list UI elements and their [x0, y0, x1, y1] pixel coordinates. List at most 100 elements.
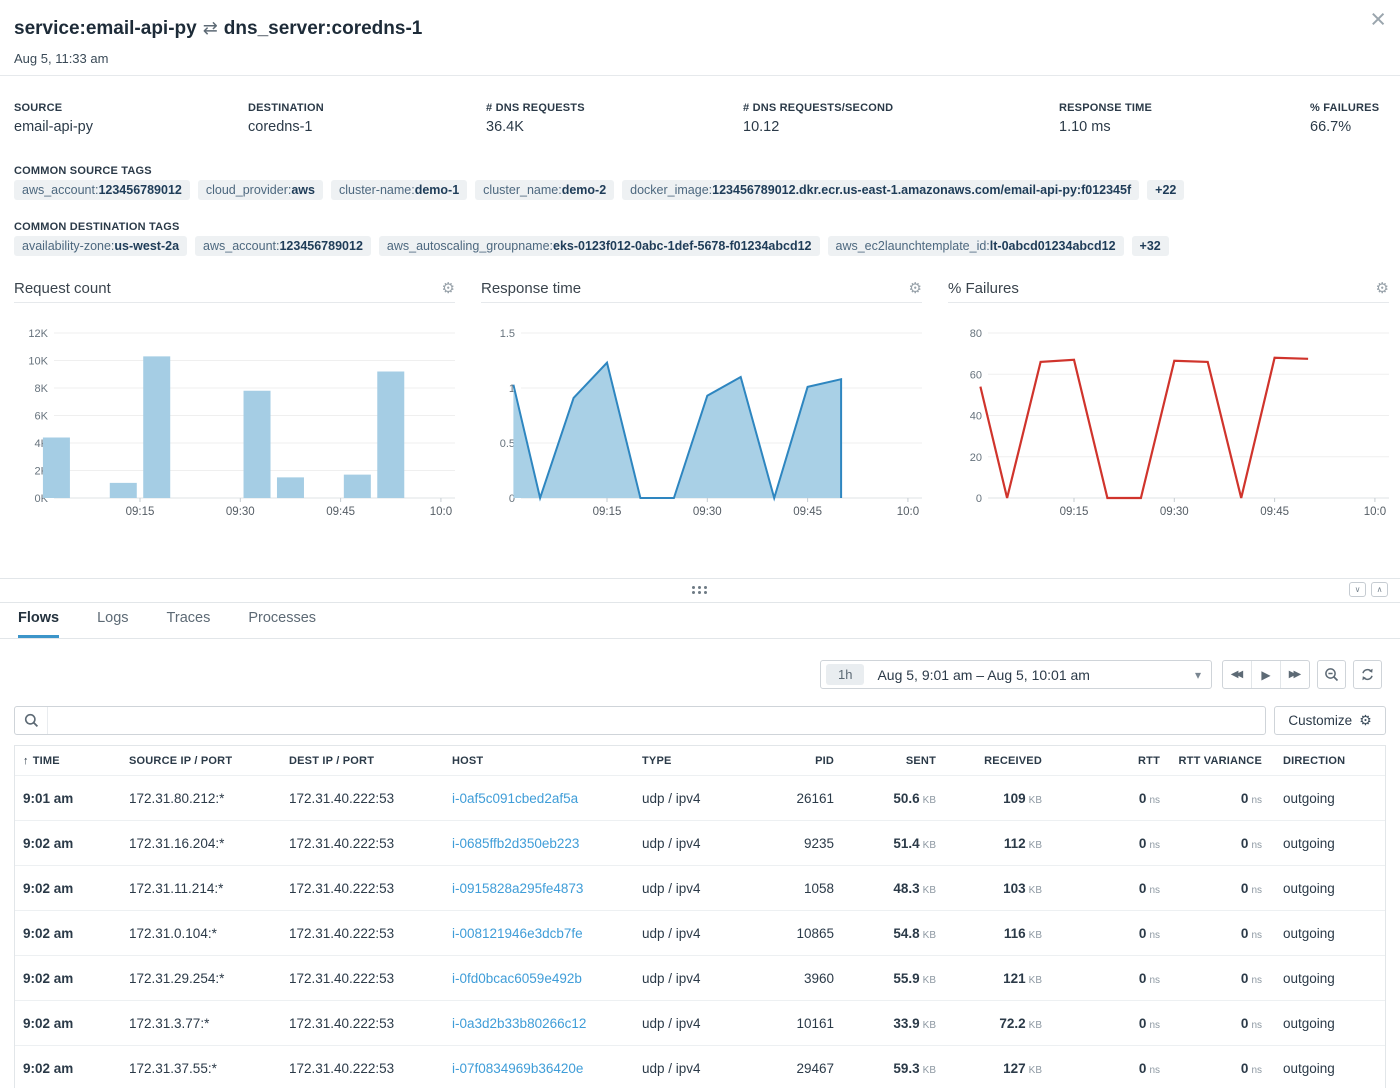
table-row[interactable]: 9:02 am172.31.11.214:*172.31.40.222:53i-…	[15, 865, 1385, 910]
tag-chip[interactable]: aws_account:123456789012	[14, 180, 190, 200]
column-header-direction[interactable]: DIRECTION	[1264, 755, 1385, 767]
rewind-button[interactable]: ◀◀	[1223, 661, 1251, 688]
refresh-button[interactable]	[1353, 660, 1382, 689]
cell-source-ip: 172.31.29.254:*	[121, 971, 281, 986]
column-header-type[interactable]: TYPE	[634, 755, 752, 767]
stat-source: SOURCEemail-api-py	[14, 102, 93, 135]
cell-sent: 59.3KB	[836, 1061, 938, 1076]
chart-header: Request count ⚙	[14, 274, 455, 303]
forward-button[interactable]: ▶▶	[1280, 661, 1309, 688]
host-link[interactable]: i-0fd0bcac6059e492b	[452, 971, 582, 986]
cell-time: 9:01 am	[15, 791, 121, 806]
table-row[interactable]: 9:01 am172.31.80.212:*172.31.40.222:53i-…	[15, 775, 1385, 820]
tag-chip[interactable]: docker_image:123456789012.dkr.ecr.us-eas…	[622, 180, 1139, 200]
tab-traces[interactable]: Traces	[167, 610, 211, 638]
cell-type: udp / ipv4	[634, 1061, 752, 1076]
table-header-row: ↑TIMESOURCE IP / PORTDEST IP / PORTHOSTT…	[15, 746, 1385, 775]
cell-sent: 51.4KB	[836, 836, 938, 851]
gear-icon[interactable]: ⚙	[1376, 279, 1389, 297]
host-link[interactable]: i-0af5c091cbed2af5a	[452, 791, 578, 806]
splitter-grip[interactable]	[692, 586, 707, 594]
svg-text:10:0: 10:0	[430, 506, 452, 518]
tag-chip[interactable]: aws_autoscaling_groupname:eks-0123f012-0…	[379, 236, 820, 256]
more-tags-chip[interactable]: +32	[1132, 236, 1169, 256]
tag-chip[interactable]: aws_account:123456789012	[195, 236, 371, 256]
cell-pid: 10161	[752, 1016, 836, 1031]
cell-dest-ip: 172.31.40.222:53	[281, 1016, 444, 1031]
chevron-up-icon: ∧	[1377, 585, 1383, 594]
tag-chip[interactable]: cluster-name:demo-1	[331, 180, 467, 200]
percent-failures-chart: 02040608009:1509:3009:4510:0	[948, 304, 1389, 524]
tag-chip[interactable]: cloud_provider:aws	[198, 180, 323, 200]
sort-up-icon: ↑	[23, 755, 29, 767]
cell-direction: outgoing	[1264, 791, 1385, 806]
tag-value: demo-1	[415, 183, 459, 197]
cell-rtt-variance: 0ns	[1162, 881, 1264, 896]
cell-host: i-0fd0bcac6059e492b	[444, 971, 634, 986]
cell-received: 103KB	[938, 881, 1044, 896]
host-link[interactable]: i-07f0834969b36420e	[452, 1061, 583, 1076]
stats-row: SOURCEemail-api-py DESTINATIONcoredns-1 …	[0, 102, 1400, 148]
svg-text:09:15: 09:15	[1060, 506, 1089, 518]
close-icon[interactable]: ×	[1370, 6, 1386, 33]
table-row[interactable]: 9:02 am172.31.37.55:*172.31.40.222:53i-0…	[15, 1045, 1385, 1088]
tag-key: docker_image:	[630, 183, 712, 197]
collapse-up-button[interactable]: ∧	[1371, 582, 1388, 597]
gear-icon[interactable]: ⚙	[909, 279, 922, 297]
gear-icon[interactable]: ⚙	[442, 279, 455, 297]
tab-logs[interactable]: Logs	[97, 610, 128, 638]
panel-splitter: ∨ ∧	[0, 578, 1400, 603]
svg-text:09:15: 09:15	[593, 506, 622, 518]
tag-chip[interactable]: cluster_name:demo-2	[475, 180, 614, 200]
column-header-rtt-variance[interactable]: RTT VARIANCE	[1162, 755, 1264, 767]
customize-button[interactable]: Customize ⚙	[1274, 706, 1386, 735]
svg-text:60: 60	[970, 369, 982, 381]
search-input[interactable]	[48, 713, 1265, 728]
column-header-dest-ip-port[interactable]: DEST IP / PORT	[281, 755, 444, 767]
common-destination-tags-label: COMMON DESTINATION TAGS	[14, 221, 180, 233]
table-row[interactable]: 9:02 am172.31.29.254:*172.31.40.222:53i-…	[15, 955, 1385, 1000]
play-button[interactable]: ▶	[1251, 661, 1280, 688]
host-link[interactable]: i-0685ffb2d350eb223	[452, 836, 579, 851]
zoom-out-button[interactable]	[1317, 660, 1346, 689]
cell-rtt: 0ns	[1044, 881, 1162, 896]
cell-pid: 1058	[752, 881, 836, 896]
column-header-time[interactable]: ↑TIME	[15, 755, 121, 767]
table-row[interactable]: 9:02 am172.31.3.77:*172.31.40.222:53i-0a…	[15, 1000, 1385, 1045]
column-header-source-ip-port[interactable]: SOURCE IP / PORT	[121, 755, 281, 767]
host-link[interactable]: i-0a3d2b33b80266c12	[452, 1016, 586, 1031]
tag-chip[interactable]: aws_ec2launchtemplate_id:lt-0abcd01234ab…	[828, 236, 1124, 256]
cell-host: i-008121946e3dcb7fe	[444, 926, 634, 941]
cell-rtt-variance: 0ns	[1162, 1061, 1264, 1076]
cell-pid: 3960	[752, 971, 836, 986]
cell-received: 109KB	[938, 791, 1044, 806]
table-row[interactable]: 9:02 am172.31.16.204:*172.31.40.222:53i-…	[15, 820, 1385, 865]
time-range-selector[interactable]: 1h Aug 5, 9:01 am – Aug 5, 10:01 am ▾	[820, 660, 1212, 689]
cell-rtt-variance: 0ns	[1162, 926, 1264, 941]
cell-direction: outgoing	[1264, 881, 1385, 896]
swap-arrows-icon: ⇄	[197, 18, 224, 38]
collapse-down-button[interactable]: ∨	[1349, 582, 1366, 597]
header-timestamp: Aug 5, 11:33 am	[14, 51, 108, 66]
stat-label: RESPONSE TIME	[1059, 102, 1152, 114]
column-header-sent[interactable]: SENT	[836, 755, 938, 767]
column-header-received[interactable]: RECEIVED	[938, 755, 1044, 767]
cell-rtt: 0ns	[1044, 836, 1162, 851]
svg-text:09:30: 09:30	[1160, 506, 1189, 518]
time-controls-row: 1h Aug 5, 9:01 am – Aug 5, 10:01 am ▾ ◀◀…	[0, 660, 1400, 690]
table-row[interactable]: 9:02 am172.31.0.104:*172.31.40.222:53i-0…	[15, 910, 1385, 955]
cell-type: udp / ipv4	[634, 791, 752, 806]
column-header-pid[interactable]: PID	[752, 755, 836, 767]
tag-chip[interactable]: availability-zone:us-west-2a	[14, 236, 187, 256]
column-header-host[interactable]: HOST	[444, 755, 634, 767]
tab-flows[interactable]: Flows	[18, 610, 59, 638]
stat-value: 10.12	[743, 119, 893, 135]
search-icon	[24, 713, 39, 728]
tag-key: aws_account:	[203, 239, 279, 253]
host-link[interactable]: i-0915828a295fe4873	[452, 881, 583, 896]
column-header-rtt[interactable]: RTT	[1044, 755, 1162, 767]
host-link[interactable]: i-008121946e3dcb7fe	[452, 926, 583, 941]
more-tags-chip[interactable]: +22	[1147, 180, 1184, 200]
tab-processes[interactable]: Processes	[248, 610, 316, 638]
refresh-icon	[1360, 667, 1375, 682]
